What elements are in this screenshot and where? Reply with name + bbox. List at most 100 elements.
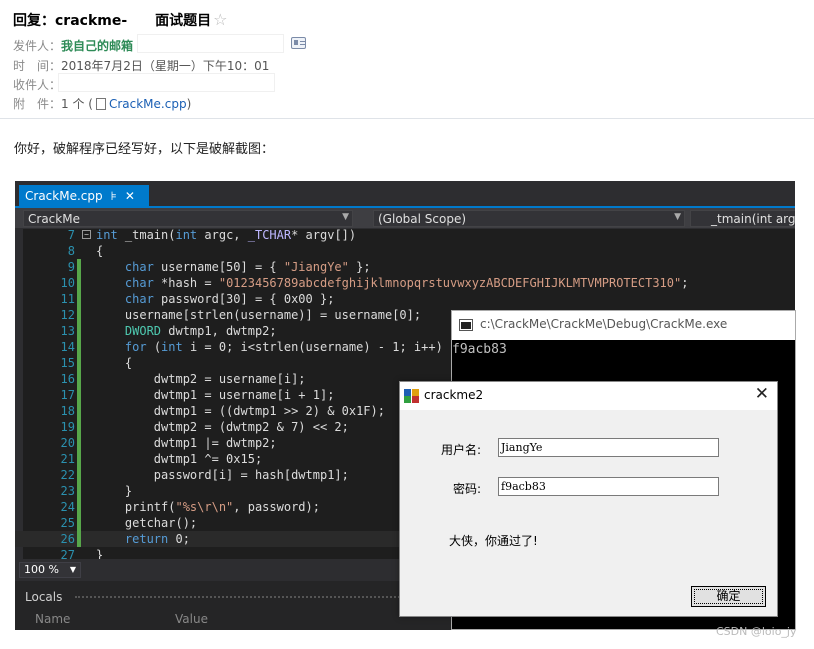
attach-count: 1 个 ( [61, 97, 93, 111]
function-label: _tmain(int argc [711, 212, 795, 226]
line-number: 25 [60, 516, 75, 530]
code-line[interactable]: 8{ [15, 243, 795, 259]
locals-col-name[interactable]: Name [35, 612, 70, 626]
change-marker [77, 371, 81, 387]
console-icon [459, 319, 473, 331]
line-number: 22 [60, 468, 75, 482]
code-text: char username[50] = { "JiangYe" }; [124, 260, 371, 274]
tab-label: CrackMe.cpp [25, 189, 103, 203]
line-number: 18 [60, 404, 75, 418]
change-marker [77, 339, 81, 355]
code-line[interactable]: 9 char username[50] = { "JiangYe" }; [15, 259, 795, 275]
code-text: int _tmain(int argc, _TCHAR* argv[]) [96, 229, 357, 242]
from-value[interactable]: 我自己的邮箱 [61, 39, 133, 53]
line-number: 13 [60, 324, 75, 338]
panel-grip [75, 596, 455, 598]
chevron-down-icon: ▼ [674, 212, 681, 222]
to-label: 收件人： [13, 78, 62, 92]
console-title: c:\CrackMe\CrackMe\Debug\CrackMe.exe [480, 317, 728, 331]
attach-row: 附 件：1 个 (CrackMe.cpp) [13, 95, 191, 112]
change-marker [77, 435, 81, 451]
redacted-recipient [58, 73, 275, 92]
subject-suffix: 面试题目 [155, 13, 212, 29]
code-text: password[i] = hash[dwtmp1]; [96, 468, 349, 482]
locals-col-value[interactable]: Value [175, 612, 208, 626]
dialog-title: crackme2 [424, 388, 484, 402]
line-number: 17 [60, 388, 75, 402]
console-output: f9acb83 [452, 342, 507, 357]
change-marker [77, 259, 81, 275]
line-number: 16 [60, 372, 75, 386]
line-number: 8 [67, 244, 75, 258]
code-text: for (int i = 0; i<strlen(username) - 1; … [124, 340, 443, 354]
collapse-icon[interactable]: − [82, 230, 91, 239]
change-marker [77, 467, 81, 483]
redacted-address [137, 34, 284, 53]
code-text: char *hash = "0123456789abcdefghijklmnop… [124, 276, 689, 290]
line-number: 27 [60, 548, 75, 559]
subject-prefix: 回复：crackme- [13, 13, 128, 29]
code-text: getchar(); [96, 516, 198, 530]
change-marker [77, 531, 81, 547]
line-number: 7 [67, 229, 75, 242]
password-field[interactable]: f9acb83 [498, 477, 719, 496]
code-line[interactable]: 11 char password[30] = { 0x00 }; [15, 291, 795, 307]
mail-header: 回复：crackme- 面试题目 ☆ 发件人：我自己的邮箱 时 间：2018年7月2… [0, 0, 814, 119]
time-row: 时 间：2018年7月2日（星期一）下午10：01 [13, 57, 269, 74]
dialog-title-bar[interactable]: crackme2 ✕ [400, 382, 777, 410]
console-title-bar[interactable]: c:\CrackMe\CrackMe\Debug\CrackMe.exe [452, 311, 795, 340]
code-text: { [96, 244, 104, 258]
close-icon[interactable]: ✕ [755, 384, 769, 404]
watermark: CSDN @loio_jy [716, 625, 797, 638]
crackme2-dialog: crackme2 ✕ 用户名: JiangYe 密码: f9acb83 大侠，你… [399, 381, 778, 617]
code-line[interactable]: 7− int _tmain(int argc, _TCHAR* argv[]) [15, 229, 795, 243]
change-marker [77, 291, 81, 307]
navigation-bar: CrackMe ▼ (Global Scope) ▼ _tmain(int argc [15, 208, 795, 229]
from-label: 发件人： [13, 39, 62, 53]
mail-subject: 回复：crackme- 面试题目 ☆ [13, 10, 228, 30]
username-field[interactable]: JiangYe [498, 438, 719, 457]
close-icon[interactable]: ✕ [125, 189, 135, 203]
code-text: printf("%s\r\n", password); [96, 500, 320, 514]
attach-file-link[interactable]: CrackMe.cpp [109, 97, 187, 111]
change-marker [77, 355, 81, 371]
chevron-down-icon: ▼ [69, 565, 76, 574]
code-text: username[strlen(username)] = username[0]… [96, 308, 422, 322]
change-marker [77, 451, 81, 467]
redacted-text [127, 11, 156, 25]
zoom-selector[interactable]: 100 % ▼ [19, 562, 81, 578]
success-message: 大侠，你通过了! [449, 534, 538, 548]
change-marker [77, 515, 81, 531]
username-label: 用户名: [441, 443, 482, 457]
line-number: 26 [60, 532, 75, 546]
line-number: 23 [60, 484, 75, 498]
function-dropdown[interactable]: _tmain(int argc [690, 210, 795, 227]
ok-button[interactable]: 确定 [691, 586, 766, 607]
project-dropdown[interactable]: CrackMe ▼ [23, 210, 353, 227]
scope-label: (Global Scope) [378, 212, 467, 226]
locals-title: Locals [25, 590, 63, 604]
to-row: 收件人： [13, 76, 61, 93]
line-number: 21 [60, 452, 75, 466]
line-number: 20 [60, 436, 75, 450]
code-text: return 0; [124, 532, 190, 546]
from-row: 发件人：我自己的邮箱 [13, 37, 133, 54]
change-marker [77, 499, 81, 515]
tab-crackme-cpp[interactable]: CrackMe.cpp ⊧ ✕ [19, 185, 149, 208]
star-icon[interactable]: ☆ [213, 10, 227, 29]
line-number: 14 [60, 340, 75, 354]
line-number: 15 [60, 356, 75, 370]
code-text: DWORD dwtmp1, dwtmp2; [124, 324, 277, 338]
scope-dropdown[interactable]: (Global Scope) ▼ [373, 210, 685, 227]
code-text: } [96, 484, 133, 498]
line-number: 19 [60, 420, 75, 434]
contact-card-icon[interactable] [291, 37, 306, 49]
line-number: 12 [60, 308, 75, 322]
change-marker [77, 275, 81, 291]
code-line[interactable]: 10 char *hash = "0123456789abcdefghijklm… [15, 275, 795, 291]
pin-icon[interactable]: ⊧ [111, 189, 117, 203]
project-label: CrackMe [28, 212, 80, 226]
change-marker [77, 307, 81, 323]
change-marker [77, 419, 81, 435]
tab-bar: CrackMe.cpp ⊧ ✕ [15, 181, 795, 208]
